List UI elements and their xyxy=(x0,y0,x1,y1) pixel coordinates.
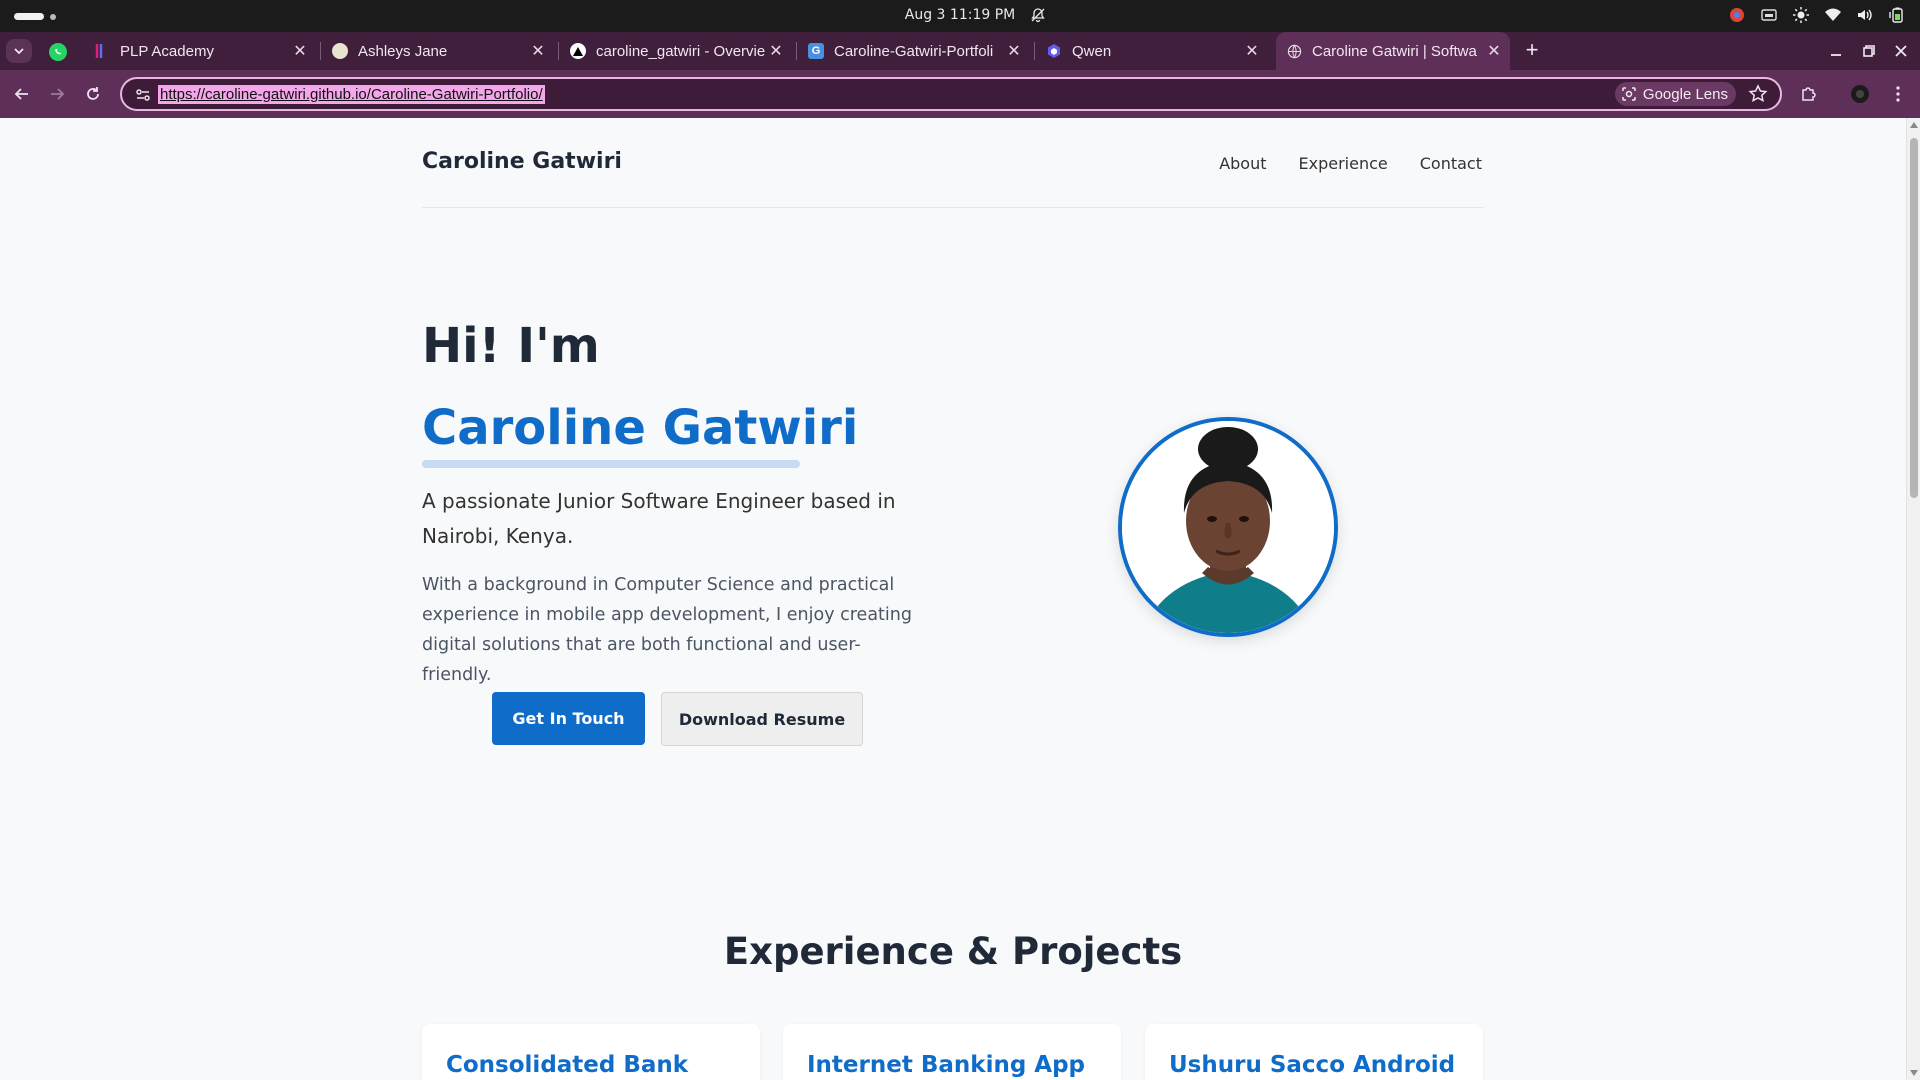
chrome-app-icon[interactable] xyxy=(1728,6,1746,24)
bookmark-star-icon[interactable] xyxy=(1748,84,1768,104)
close-icon[interactable]: ✕ xyxy=(1484,41,1504,61)
tab-search-button[interactable] xyxy=(6,39,32,63)
hero-name: Caroline Gatwiri xyxy=(422,400,859,456)
tab-portfolio-active[interactable]: Caroline Gatwiri | Softwa ✕ xyxy=(1276,32,1510,70)
tab-title: Ashleys Jane xyxy=(358,42,448,60)
address-bar[interactable]: https://caroline-gatwiri.github.io/Carol… xyxy=(120,77,1782,111)
project-card[interactable]: Consolidated Bank xyxy=(422,1024,760,1080)
close-icon[interactable]: ✕ xyxy=(766,41,786,61)
brightness-icon[interactable] xyxy=(1792,6,1810,24)
volume-icon[interactable] xyxy=(1856,6,1874,24)
site-brand[interactable]: Caroline Gatwiri xyxy=(422,149,622,174)
project-card-title[interactable]: Internet Banking App xyxy=(807,1052,1085,1078)
profile-photo xyxy=(1118,417,1338,637)
system-tray xyxy=(1728,6,1906,24)
hero-greeting: Hi! I'm xyxy=(422,318,600,374)
tab-separator xyxy=(320,42,321,60)
tab-strip: PLP Academy ✕ Ashleys Jane ✕ caroline_ga… xyxy=(0,32,1920,70)
lens-icon xyxy=(1622,87,1636,101)
new-tab-button[interactable]: + xyxy=(1518,37,1546,65)
browser-toolbar: https://caroline-gatwiri.github.io/Carol… xyxy=(0,70,1920,118)
project-card-title[interactable]: Ushuru Sacco Android xyxy=(1169,1052,1455,1078)
site-info-icon[interactable] xyxy=(134,86,152,104)
tab-title: PLP Academy xyxy=(120,42,214,60)
close-icon[interactable]: ✕ xyxy=(1242,41,1262,61)
lens-label: Google Lens xyxy=(1642,85,1728,103)
site-header: Caroline Gatwiri About Experience Contac… xyxy=(422,118,1484,208)
window-close-icon[interactable] xyxy=(1890,40,1912,62)
tab-ashleys-jane[interactable]: Ashleys Jane ✕ xyxy=(322,32,554,70)
hero-tagline: A passionate Junior Software Engineer ba… xyxy=(422,489,896,548)
wifi-icon[interactable] xyxy=(1824,6,1842,24)
tab-plp-academy[interactable]: PLP Academy ✕ xyxy=(84,32,316,70)
menu-kebab-icon[interactable] xyxy=(1886,82,1910,106)
tab-title: caroline_gatwiri - Overvie xyxy=(596,42,766,60)
tab-qwen[interactable]: Qwen ✕ xyxy=(1036,32,1268,70)
globe-favicon xyxy=(332,43,348,59)
os-top-bar: Aug 3 11:19 PM xyxy=(0,0,1920,32)
scroll-thumb[interactable] xyxy=(1910,138,1918,498)
nav-experience-link[interactable]: Experience xyxy=(1299,154,1388,173)
url-text[interactable]: https://caroline-gatwiri.github.io/Carol… xyxy=(158,85,545,104)
extensions-icon[interactable] xyxy=(1796,82,1820,106)
battery-icon[interactable] xyxy=(1888,6,1906,24)
github-pages-favicon: G xyxy=(808,43,824,59)
close-icon[interactable]: ✕ xyxy=(1004,41,1024,61)
tab-title: Qwen xyxy=(1072,42,1112,60)
qwen-favicon xyxy=(1046,43,1062,59)
nav-contact-link[interactable]: Contact xyxy=(1420,154,1482,173)
scroll-down-arrow[interactable] xyxy=(1910,1070,1918,1076)
experience-section-title: Experience & Projects xyxy=(723,930,1183,973)
name-underline xyxy=(422,460,800,468)
scroll-up-arrow[interactable] xyxy=(1910,122,1918,128)
restore-icon[interactable] xyxy=(1858,40,1880,62)
tab-separator xyxy=(1034,42,1035,60)
download-resume-button[interactable]: Download Resume xyxy=(661,692,863,746)
screen-icon[interactable] xyxy=(1760,6,1778,24)
project-card[interactable]: Ushuru Sacco Android xyxy=(1145,1024,1483,1080)
site-nav: About Experience Contact xyxy=(1219,154,1482,173)
tab-title: Caroline-Gatwiri-Portfoli xyxy=(834,42,994,60)
hero-description: With a background in Computer Science an… xyxy=(422,575,912,685)
minimize-icon[interactable] xyxy=(1825,40,1847,62)
back-icon[interactable] xyxy=(10,82,34,106)
page-scrollbar[interactable] xyxy=(1906,118,1920,1080)
tab-separator xyxy=(796,42,797,60)
forward-icon[interactable] xyxy=(45,82,69,106)
vercel-favicon xyxy=(570,43,586,59)
tab-title: Caroline Gatwiri | Softwa xyxy=(1312,42,1477,60)
reload-icon[interactable] xyxy=(81,82,105,106)
chevron-down-icon xyxy=(14,48,24,55)
google-lens-button[interactable]: Google Lens xyxy=(1614,82,1736,106)
get-in-touch-button[interactable]: Get In Touch xyxy=(492,692,645,745)
nav-about-link[interactable]: About xyxy=(1219,154,1266,173)
webpage: Caroline Gatwiri About Experience Contac… xyxy=(0,118,1906,1080)
profile-avatar[interactable] xyxy=(1848,82,1872,106)
whatsapp-pinned-tab-icon[interactable] xyxy=(49,43,67,61)
tab-separator xyxy=(558,42,559,60)
notifications-muted-icon[interactable] xyxy=(1030,7,1046,23)
project-card[interactable]: Internet Banking App xyxy=(783,1024,1121,1080)
plp-favicon xyxy=(94,43,110,59)
globe-favicon xyxy=(1286,43,1302,59)
close-icon[interactable]: ✕ xyxy=(290,41,310,61)
close-icon[interactable]: ✕ xyxy=(528,41,548,61)
project-card-title[interactable]: Consolidated Bank xyxy=(446,1052,688,1078)
tab-github-portfolio[interactable]: G Caroline-Gatwiri-Portfoli ✕ xyxy=(798,32,1030,70)
os-clock[interactable]: Aug 3 11:19 PM xyxy=(0,7,1920,23)
tab-vercel-overview[interactable]: caroline_gatwiri - Overvie ✕ xyxy=(560,32,792,70)
